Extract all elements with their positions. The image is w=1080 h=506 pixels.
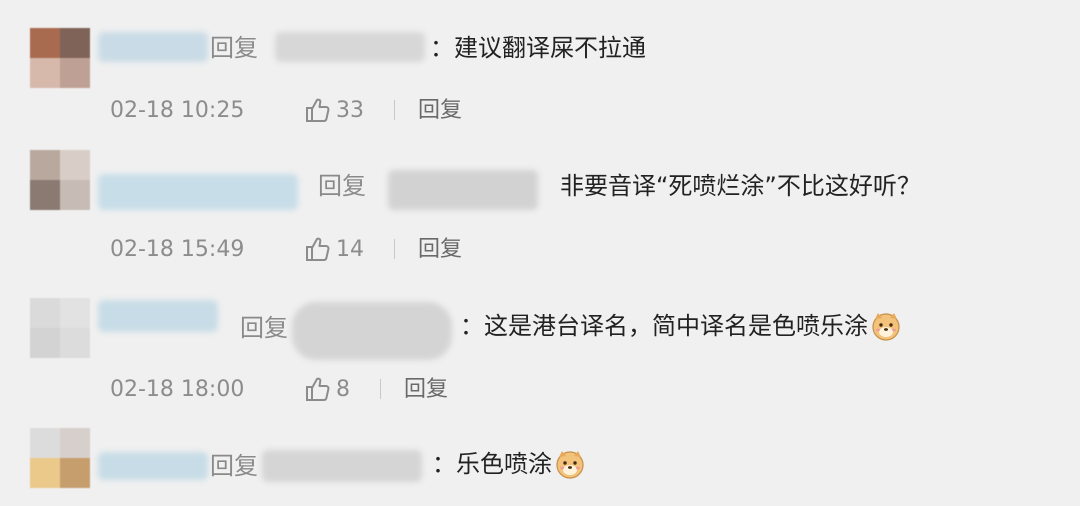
reply-button[interactable]: 回复 — [404, 377, 448, 403]
like-count: 8 — [336, 376, 350, 402]
username-redacted[interactable] — [98, 300, 218, 332]
thumbs-up-icon — [306, 98, 330, 122]
timestamp: 02-18 18:00 — [110, 377, 245, 402]
separator — [394, 100, 395, 120]
comment-text: ：乐色喷涂 — [432, 448, 586, 480]
reply-button[interactable]: 回复 — [418, 98, 462, 124]
like-count: 33 — [336, 97, 364, 123]
thumbs-up-icon — [306, 237, 330, 261]
comment-text: ：建议翻译屎不拉通 — [430, 34, 646, 62]
target-username-redacted[interactable] — [292, 302, 452, 360]
avatar[interactable] — [30, 28, 90, 88]
comment-text-content: ：乐色喷涂 — [432, 450, 552, 478]
target-username-redacted[interactable] — [262, 450, 422, 482]
thumbs-up-icon — [306, 377, 330, 401]
username-redacted[interactable] — [98, 174, 298, 210]
timestamp: 02-18 10:25 — [110, 98, 245, 123]
reply-button[interactable]: 回复 — [418, 237, 462, 263]
separator — [380, 379, 381, 399]
avatar[interactable] — [30, 428, 90, 488]
comment-text: 非要音译“死喷烂涂”不比这好听？ — [560, 172, 921, 200]
like-button[interactable]: 14 — [304, 235, 364, 263]
reply-word: 回复 — [210, 34, 258, 62]
username-redacted[interactable] — [98, 452, 208, 480]
timestamp: 02-18 15:49 — [110, 237, 245, 262]
comment-text-content: ：这是港台译名，简中译名是色喷乐涂 — [460, 312, 868, 340]
target-username-redacted[interactable] — [388, 170, 538, 210]
like-count: 14 — [336, 236, 364, 262]
doge-emoji-icon — [872, 313, 900, 341]
username-redacted[interactable] — [98, 32, 208, 62]
doge-emoji-icon — [556, 451, 584, 479]
reply-word: 回复 — [318, 172, 366, 200]
separator — [394, 239, 395, 259]
target-username-redacted[interactable] — [275, 32, 425, 62]
avatar[interactable] — [30, 150, 90, 210]
like-button[interactable]: 8 — [304, 375, 350, 403]
reply-word: 回复 — [240, 314, 288, 342]
reply-word: 回复 — [210, 452, 258, 480]
comment-text: ：这是港台译名，简中译名是色喷乐涂 — [460, 310, 902, 342]
avatar[interactable] — [30, 298, 90, 358]
like-button[interactable]: 33 — [304, 96, 364, 124]
